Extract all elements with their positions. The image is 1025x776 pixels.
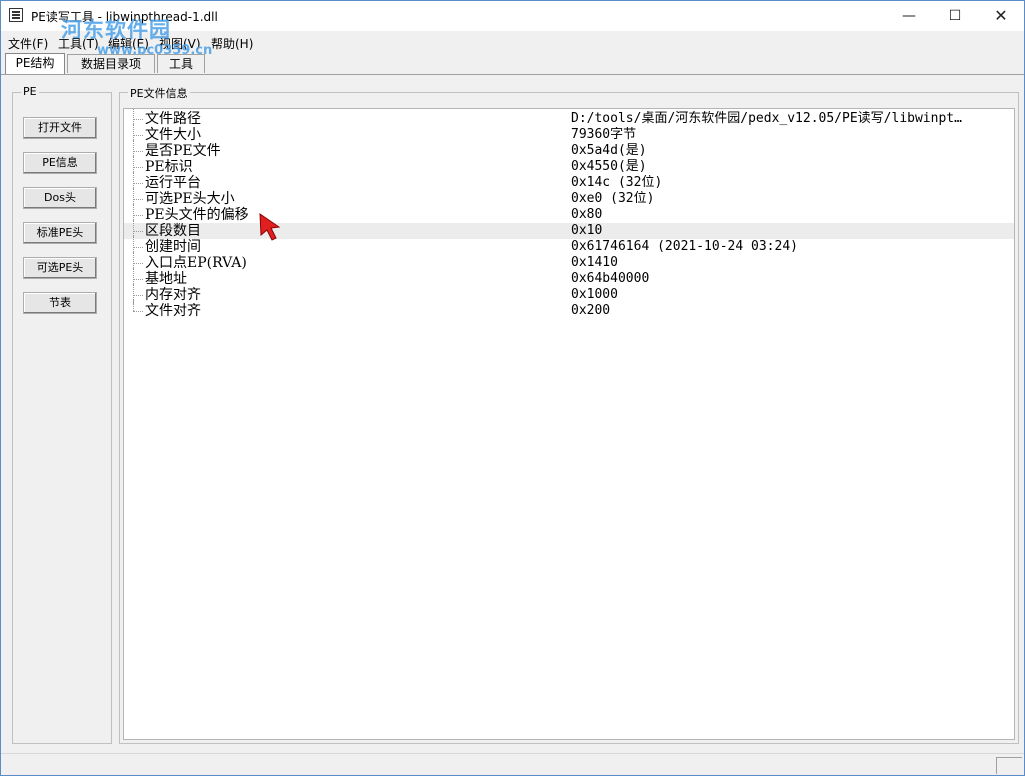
prop-value: 0x14c (32位) <box>571 175 663 190</box>
prop-value: 0x5a4d(是) <box>571 143 647 158</box>
menu-file[interactable]: 文件(F) <box>8 35 48 52</box>
tree-row[interactable]: PE头文件的偏移 0x80 <box>124 204 1014 224</box>
prop-value: 0x200 <box>571 303 611 318</box>
open-file-button[interactable]: 打开文件 <box>23 117 97 139</box>
status-bar <box>1 753 1024 775</box>
prop-name: 内存对齐 <box>145 287 201 303</box>
pe-group-label: PE <box>21 85 39 98</box>
app-icon <box>9 8 23 22</box>
prop-value: 0x80 <box>571 207 603 222</box>
prop-value: 0x64b40000 <box>571 271 650 286</box>
prop-name: PE标识 <box>145 159 193 175</box>
prop-value: 0xe0 (32位) <box>571 191 655 206</box>
maximize-button[interactable]: ☐ <box>932 1 978 31</box>
prop-name: 可选PE头大小 <box>145 191 235 207</box>
prop-name: 文件路径 <box>145 111 201 127</box>
optional-pe-header-button[interactable]: 可选PE头 <box>23 257 97 279</box>
prop-value: D:/tools/桌面/河东软件园/pedx_v12.05/PE读写/libwi… <box>571 111 962 126</box>
tree-row[interactable]: 是否PE文件 0x5a4d(是) <box>124 140 1014 160</box>
prop-name: 基地址 <box>145 271 187 287</box>
pe-group: PE 打开文件 PE信息 Dos头 标准PE头 可选PE头 节表 <box>12 85 112 744</box>
tab-tools[interactable]: 工具 <box>157 54 205 73</box>
pe-info-tree[interactable]: 文件路径 D:/tools/桌面/河东软件园/pedx_v12.05/PE读写/… <box>123 108 1015 740</box>
tree-row[interactable]: 基地址 0x64b40000 <box>124 268 1014 288</box>
tree-row[interactable]: 文件对齐 0x200 <box>124 300 1014 319</box>
minimize-button[interactable]: — <box>886 1 932 31</box>
tree-row[interactable]: 可选PE头大小 0xe0 (32位) <box>124 188 1014 208</box>
title-bar[interactable]: PE读写工具 - libwinpthread-1.dll 河东软件园 — ☐ ✕ <box>1 1 1024 42</box>
tree-row[interactable]: 运行平台 0x14c (32位) <box>124 172 1014 192</box>
prop-name: 入口点EP(RVA) <box>145 255 247 271</box>
prop-value: 79360字节 <box>571 127 637 142</box>
prop-name: 是否PE文件 <box>145 143 221 159</box>
app-window: PE读写工具 - libwinpthread-1.dll 河东软件园 — ☐ ✕… <box>0 0 1025 776</box>
tab-strip: PE结构 数据目录项 工具 <box>1 53 1024 75</box>
pe-info-button[interactable]: PE信息 <box>23 152 97 174</box>
standard-pe-header-button[interactable]: 标准PE头 <box>23 222 97 244</box>
tree-row[interactable]: 内存对齐 0x1000 <box>124 284 1014 304</box>
tab-pe-structure[interactable]: PE结构 <box>5 53 65 74</box>
dos-header-button[interactable]: Dos头 <box>23 187 97 209</box>
pe-info-group-label: PE文件信息 <box>128 85 190 101</box>
prop-name: PE头文件的偏移 <box>145 207 249 223</box>
resize-grip[interactable] <box>996 757 1022 774</box>
tree-row-selected[interactable]: 区段数目 0x10 <box>124 220 1014 240</box>
tree-row[interactable]: 文件路径 D:/tools/桌面/河东软件园/pedx_v12.05/PE读写/… <box>124 109 1014 128</box>
close-button[interactable]: ✕ <box>978 1 1024 31</box>
prop-value: 0x1000 <box>571 287 618 302</box>
prop-name: 文件对齐 <box>145 303 201 319</box>
prop-name: 区段数目 <box>145 223 201 239</box>
tree-row[interactable]: 入口点EP(RVA) 0x1410 <box>124 252 1014 272</box>
prop-value: 0x1410 <box>571 255 618 270</box>
mouse-cursor-icon <box>259 213 281 241</box>
menu-tools[interactable]: 工具(T) <box>58 35 99 52</box>
tab-data-directory[interactable]: 数据目录项 <box>67 54 155 73</box>
section-table-button[interactable]: 节表 <box>23 292 97 314</box>
menu-help[interactable]: 帮助(H) <box>211 35 253 52</box>
prop-name: 创建时间 <box>145 239 201 255</box>
tree-row[interactable]: 创建时间 0x61746164 (2021-10-24 03:24) <box>124 236 1014 256</box>
tree-row[interactable]: PE标识 0x4550(是) <box>124 156 1014 176</box>
prop-value: 0x4550(是) <box>571 159 647 174</box>
prop-name: 运行平台 <box>145 175 201 191</box>
tree-row[interactable]: 文件大小 79360字节 <box>124 124 1014 144</box>
prop-value: 0x10 <box>571 223 603 238</box>
prop-value: 0x61746164 (2021-10-24 03:24) <box>571 239 798 254</box>
prop-name: 文件大小 <box>145 127 201 143</box>
